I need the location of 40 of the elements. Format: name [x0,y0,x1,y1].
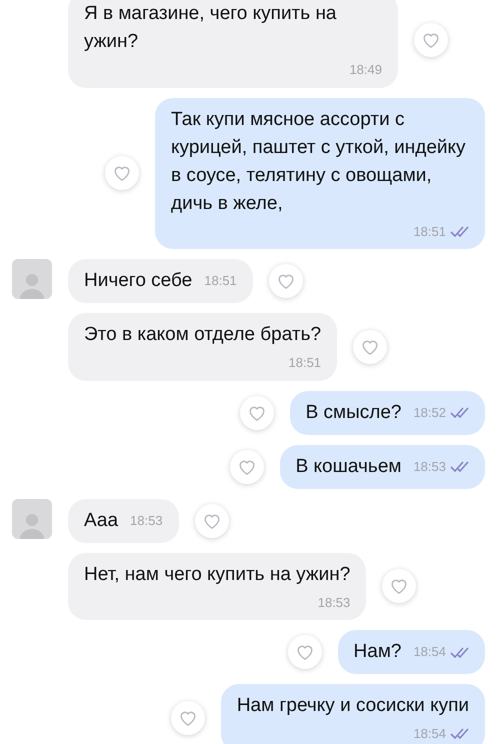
like-button[interactable] [268,264,303,298]
like-button[interactable] [194,504,229,538]
like-button[interactable] [170,700,205,735]
message-text: Нам гречку и сосиски купи [236,695,469,716]
like-button[interactable] [105,156,139,190]
message-text: Это в каком отделе брать? [84,324,322,345]
message-time: 18:53 [413,458,446,476]
message-text: Я в магазине, чего купить на ужин? [84,3,337,52]
heart-icon [248,404,266,420]
message-text: Ааа [84,508,118,532]
message-time: 18:51 [288,354,322,372]
message-text: Ничего себе [84,269,192,293]
message-text: В смысле? [306,400,402,424]
heart-icon [361,338,380,355]
heart-icon [390,578,408,594]
like-button[interactable] [382,569,416,604]
message-text: Нам? [354,640,402,664]
message-time: 18:54 [413,725,446,743]
heart-icon [276,273,295,289]
heart-icon [202,512,221,528]
message-time: 18:53 [130,512,163,530]
heart-icon [422,32,440,48]
message-time: 18:53 [318,594,350,612]
message-text: Так купи мясное ассорти с курицей, паштет с уткой, индейку в соусе, телятину с овощами, дичь в желе, [171,108,466,214]
message-time: 18:54 [413,643,446,662]
message-time: 18:51 [204,272,237,290]
like-button[interactable] [230,450,264,484]
like-button[interactable] [240,396,274,430]
message-text: Нет, нам чего купить на ужин? [84,564,350,584]
heart-icon [113,165,131,182]
message-time: 18:51 [413,222,446,240]
like-button[interactable] [353,330,388,364]
like-button[interactable] [288,635,322,669]
message-text: В кошачьем [296,454,402,478]
heart-icon [238,458,256,474]
like-button[interactable] [414,22,448,57]
heart-icon [178,710,197,726]
heart-icon [296,644,314,660]
message-time: 18:52 [413,404,446,422]
message-time: 18:49 [349,61,382,79]
